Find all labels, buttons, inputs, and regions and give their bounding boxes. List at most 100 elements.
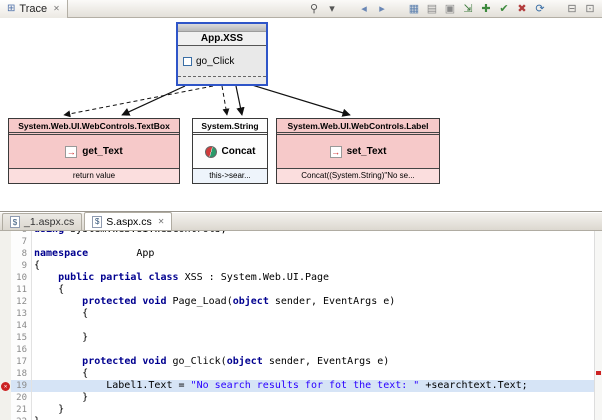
code-line[interactable]: 8namespace App bbox=[0, 248, 602, 260]
maximize-icon[interactable]: ⊡ bbox=[583, 2, 597, 16]
annotation-ruler bbox=[0, 404, 11, 416]
line-number: 12 bbox=[11, 296, 32, 308]
node-title: System.Web.UI.WebControls.TextBox bbox=[9, 119, 179, 135]
code-line[interactable]: 13 { bbox=[0, 308, 602, 320]
annotation-ruler bbox=[0, 272, 11, 284]
line-number: 10 bbox=[11, 272, 32, 284]
tab-trace[interactable]: ⊞ Trace ✕ bbox=[0, 0, 68, 18]
code-editor-area[interactable]: 6using System.Web.UI.WebControls;78names… bbox=[0, 231, 602, 420]
code-line[interactable]: 22} bbox=[0, 416, 602, 420]
code-line[interactable]: 16 bbox=[0, 344, 602, 356]
editor-tabbar: $ _1.aspx.cs $ S.aspx.cs ✕ bbox=[0, 213, 602, 231]
node-title: App.XSS bbox=[178, 32, 266, 46]
set-text-method-icon: → bbox=[330, 146, 342, 158]
close-icon[interactable]: ✕ bbox=[53, 4, 60, 13]
diagram-node-string[interactable]: System.String Concat this->sear... bbox=[192, 118, 268, 184]
tab-aspx-1[interactable]: $ _1.aspx.cs bbox=[2, 213, 82, 230]
line-number: 9 bbox=[11, 260, 32, 272]
code-line[interactable]: 10 public partial class XSS : System.Web… bbox=[0, 272, 602, 284]
save-icon[interactable]: ▣ bbox=[443, 2, 457, 16]
code-line[interactable]: 18 { bbox=[0, 368, 602, 380]
node-method-row[interactable]: → set_Text bbox=[277, 135, 439, 169]
line-number: 8 bbox=[11, 248, 32, 260]
node-title: System.Web.UI.WebControls.Label bbox=[277, 119, 439, 135]
line-number: 18 bbox=[11, 368, 32, 380]
code-text: } bbox=[32, 404, 602, 416]
editor-tab-label: _1.aspx.cs bbox=[24, 216, 74, 228]
annotation-ruler bbox=[0, 248, 11, 260]
csharp-file-icon: $ bbox=[92, 216, 102, 228]
node-footer-label: Concat((System.String)"No se... bbox=[277, 169, 439, 183]
zoom-icon[interactable]: ⚲ bbox=[307, 2, 321, 16]
node-method-label: go_Click bbox=[196, 56, 234, 67]
line-number: 11 bbox=[11, 284, 32, 296]
tab-s-aspx[interactable]: $ S.aspx.cs ✕ bbox=[84, 212, 172, 230]
trace-view-icon: ⊞ bbox=[7, 3, 15, 14]
code-text: } bbox=[32, 332, 602, 344]
code-text: } bbox=[32, 392, 602, 404]
line-number: 20 bbox=[11, 392, 32, 404]
line-number: 14 bbox=[11, 320, 32, 332]
code-text: Label1.Text = "No search results for fot… bbox=[32, 380, 602, 392]
add-icon[interactable]: ✚ bbox=[479, 2, 493, 16]
node-method-row[interactable]: go_Click bbox=[178, 46, 266, 77]
node-titlebar bbox=[178, 24, 266, 32]
node-footer bbox=[178, 77, 266, 84]
remove-icon[interactable]: ✖ bbox=[515, 2, 529, 16]
code-text: namespace App bbox=[32, 248, 602, 260]
method-box-icon bbox=[183, 57, 192, 66]
line-number: 13 bbox=[11, 308, 32, 320]
code-area[interactable]: 6using System.Web.UI.WebControls;78names… bbox=[0, 231, 602, 420]
code-text bbox=[32, 236, 602, 248]
code-line[interactable]: 14 bbox=[0, 320, 602, 332]
diagram-node-app-xss[interactable]: App.XSS go_Click bbox=[176, 22, 268, 86]
code-text bbox=[32, 344, 602, 356]
code-text: protected void go_Click(object sender, E… bbox=[32, 356, 602, 368]
code-text: { bbox=[32, 284, 602, 296]
refresh-icon[interactable]: ⟳ bbox=[533, 2, 547, 16]
get-text-method-icon: → bbox=[65, 146, 77, 158]
minimize-icon[interactable]: ⊟ bbox=[565, 2, 579, 16]
error-overview-marker[interactable] bbox=[596, 371, 601, 375]
trace-diagram: App.XSS go_Click System.Web.UI.WebContro… bbox=[0, 18, 602, 211]
layout-grid-icon[interactable]: ▦ bbox=[407, 2, 421, 16]
node-method-label: get_Text bbox=[82, 146, 122, 157]
node-method-row[interactable]: Concat bbox=[193, 135, 267, 169]
back-icon[interactable]: ◂ bbox=[357, 2, 371, 16]
code-line[interactable]: 11 { bbox=[0, 284, 602, 296]
annotation-ruler bbox=[0, 344, 11, 356]
diagram-node-label[interactable]: System.Web.UI.WebControls.Label → set_Te… bbox=[276, 118, 440, 184]
code-text: protected void Page_Load(object sender, … bbox=[32, 296, 602, 308]
annotation-ruler bbox=[0, 236, 11, 248]
code-line[interactable]: 15 } bbox=[0, 332, 602, 344]
close-icon[interactable]: ✕ bbox=[158, 217, 165, 226]
line-number: 7 bbox=[11, 236, 32, 248]
trace-toolbar: ⚲ ▾ ◂ ▸ ▦ ▤ ▣ ⇲ ✚ ✔ ✖ ⟳ ⊟ ⊡ bbox=[307, 2, 602, 16]
code-line[interactable]: 20 } bbox=[0, 392, 602, 404]
code-text: } bbox=[32, 416, 602, 420]
code-line[interactable]: 9{ bbox=[0, 260, 602, 272]
export-icon[interactable]: ⇲ bbox=[461, 2, 475, 16]
zoom-dropdown-icon[interactable]: ▾ bbox=[325, 2, 339, 16]
trace-tab-label: Trace bbox=[19, 3, 47, 15]
annotation-ruler bbox=[0, 332, 11, 344]
code-line[interactable]: 17 protected void go_Click(object sender… bbox=[0, 356, 602, 368]
concat-method-icon bbox=[205, 146, 217, 158]
annotation-ruler bbox=[0, 368, 11, 380]
code-line[interactable]: ✕19 Label1.Text = "No search results for… bbox=[0, 380, 602, 392]
forward-icon[interactable]: ▸ bbox=[375, 2, 389, 16]
annotation-ruler bbox=[0, 308, 11, 320]
node-footer-label: this->sear... bbox=[193, 169, 267, 183]
code-line[interactable]: 12 protected void Page_Load(object sende… bbox=[0, 296, 602, 308]
node-method-row[interactable]: → get_Text bbox=[9, 135, 179, 169]
check-icon[interactable]: ✔ bbox=[497, 2, 511, 16]
line-number: 17 bbox=[11, 356, 32, 368]
code-line[interactable]: 21 } bbox=[0, 404, 602, 416]
list-icon[interactable]: ▤ bbox=[425, 2, 439, 16]
code-line[interactable]: 7 bbox=[0, 236, 602, 248]
node-footer-label: return value bbox=[9, 169, 179, 183]
diagram-node-textbox[interactable]: System.Web.UI.WebControls.TextBox → get_… bbox=[8, 118, 180, 184]
overview-ruler[interactable] bbox=[594, 231, 602, 420]
error-icon[interactable]: ✕ bbox=[1, 382, 10, 391]
annotation-ruler bbox=[0, 356, 11, 368]
